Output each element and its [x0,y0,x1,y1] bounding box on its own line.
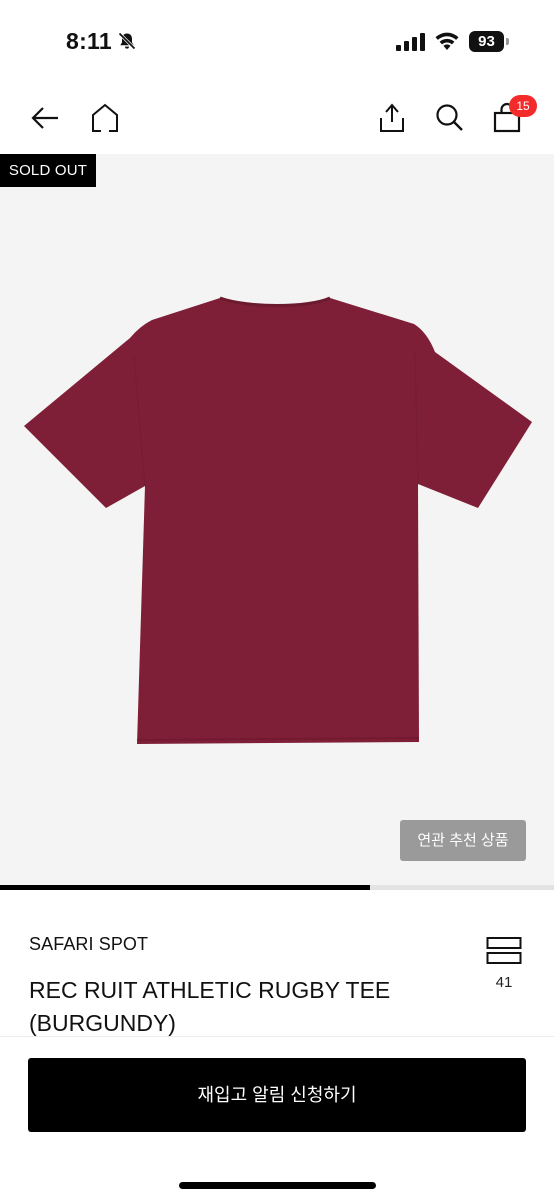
bookmark-stack-icon [486,937,522,964]
image-progress-fill [0,885,370,890]
battery-icon: 93 [469,31,509,52]
signal-icon [396,33,425,51]
restock-alert-button[interactable]: 재입고 알림 신청하기 [28,1058,526,1132]
burgundy-tshirt-image [24,296,532,744]
bottom-action-bar: 재입고 알림 신청하기 [0,1036,554,1200]
sold-out-badge: SOLD OUT [0,154,96,187]
related-products-button[interactable]: 연관 추천 상품 [400,820,526,861]
status-bar: 8:11 93 [0,0,554,80]
status-time: 8:11 [66,28,112,54]
like-button[interactable]: 41 [484,936,524,996]
brand-name[interactable]: SAFARI SPOT [29,934,148,955]
battery-level: 93 [469,31,504,52]
wifi-icon [435,32,459,50]
home-indicator[interactable] [179,1182,376,1189]
like-count: 41 [495,974,513,991]
share-icon [380,103,404,132]
back-arrow-icon [31,107,58,129]
search-button[interactable] [432,100,468,136]
search-icon [436,104,463,131]
nav-bar [0,86,554,152]
back-button[interactable] [27,100,63,136]
bell-slash-icon [118,32,136,50]
home-icon [92,103,118,133]
cart-count-badge: 15 [509,95,537,117]
home-button[interactable] [87,100,123,136]
product-image-carousel[interactable]: SOLD OUT 연관 추천 상품 [0,154,554,886]
product-title: REC RUIT ATHLETIC RUGBY TEE (BURGUNDY) [29,977,391,1036]
image-progress-bar [0,885,554,890]
share-button[interactable] [374,100,410,136]
